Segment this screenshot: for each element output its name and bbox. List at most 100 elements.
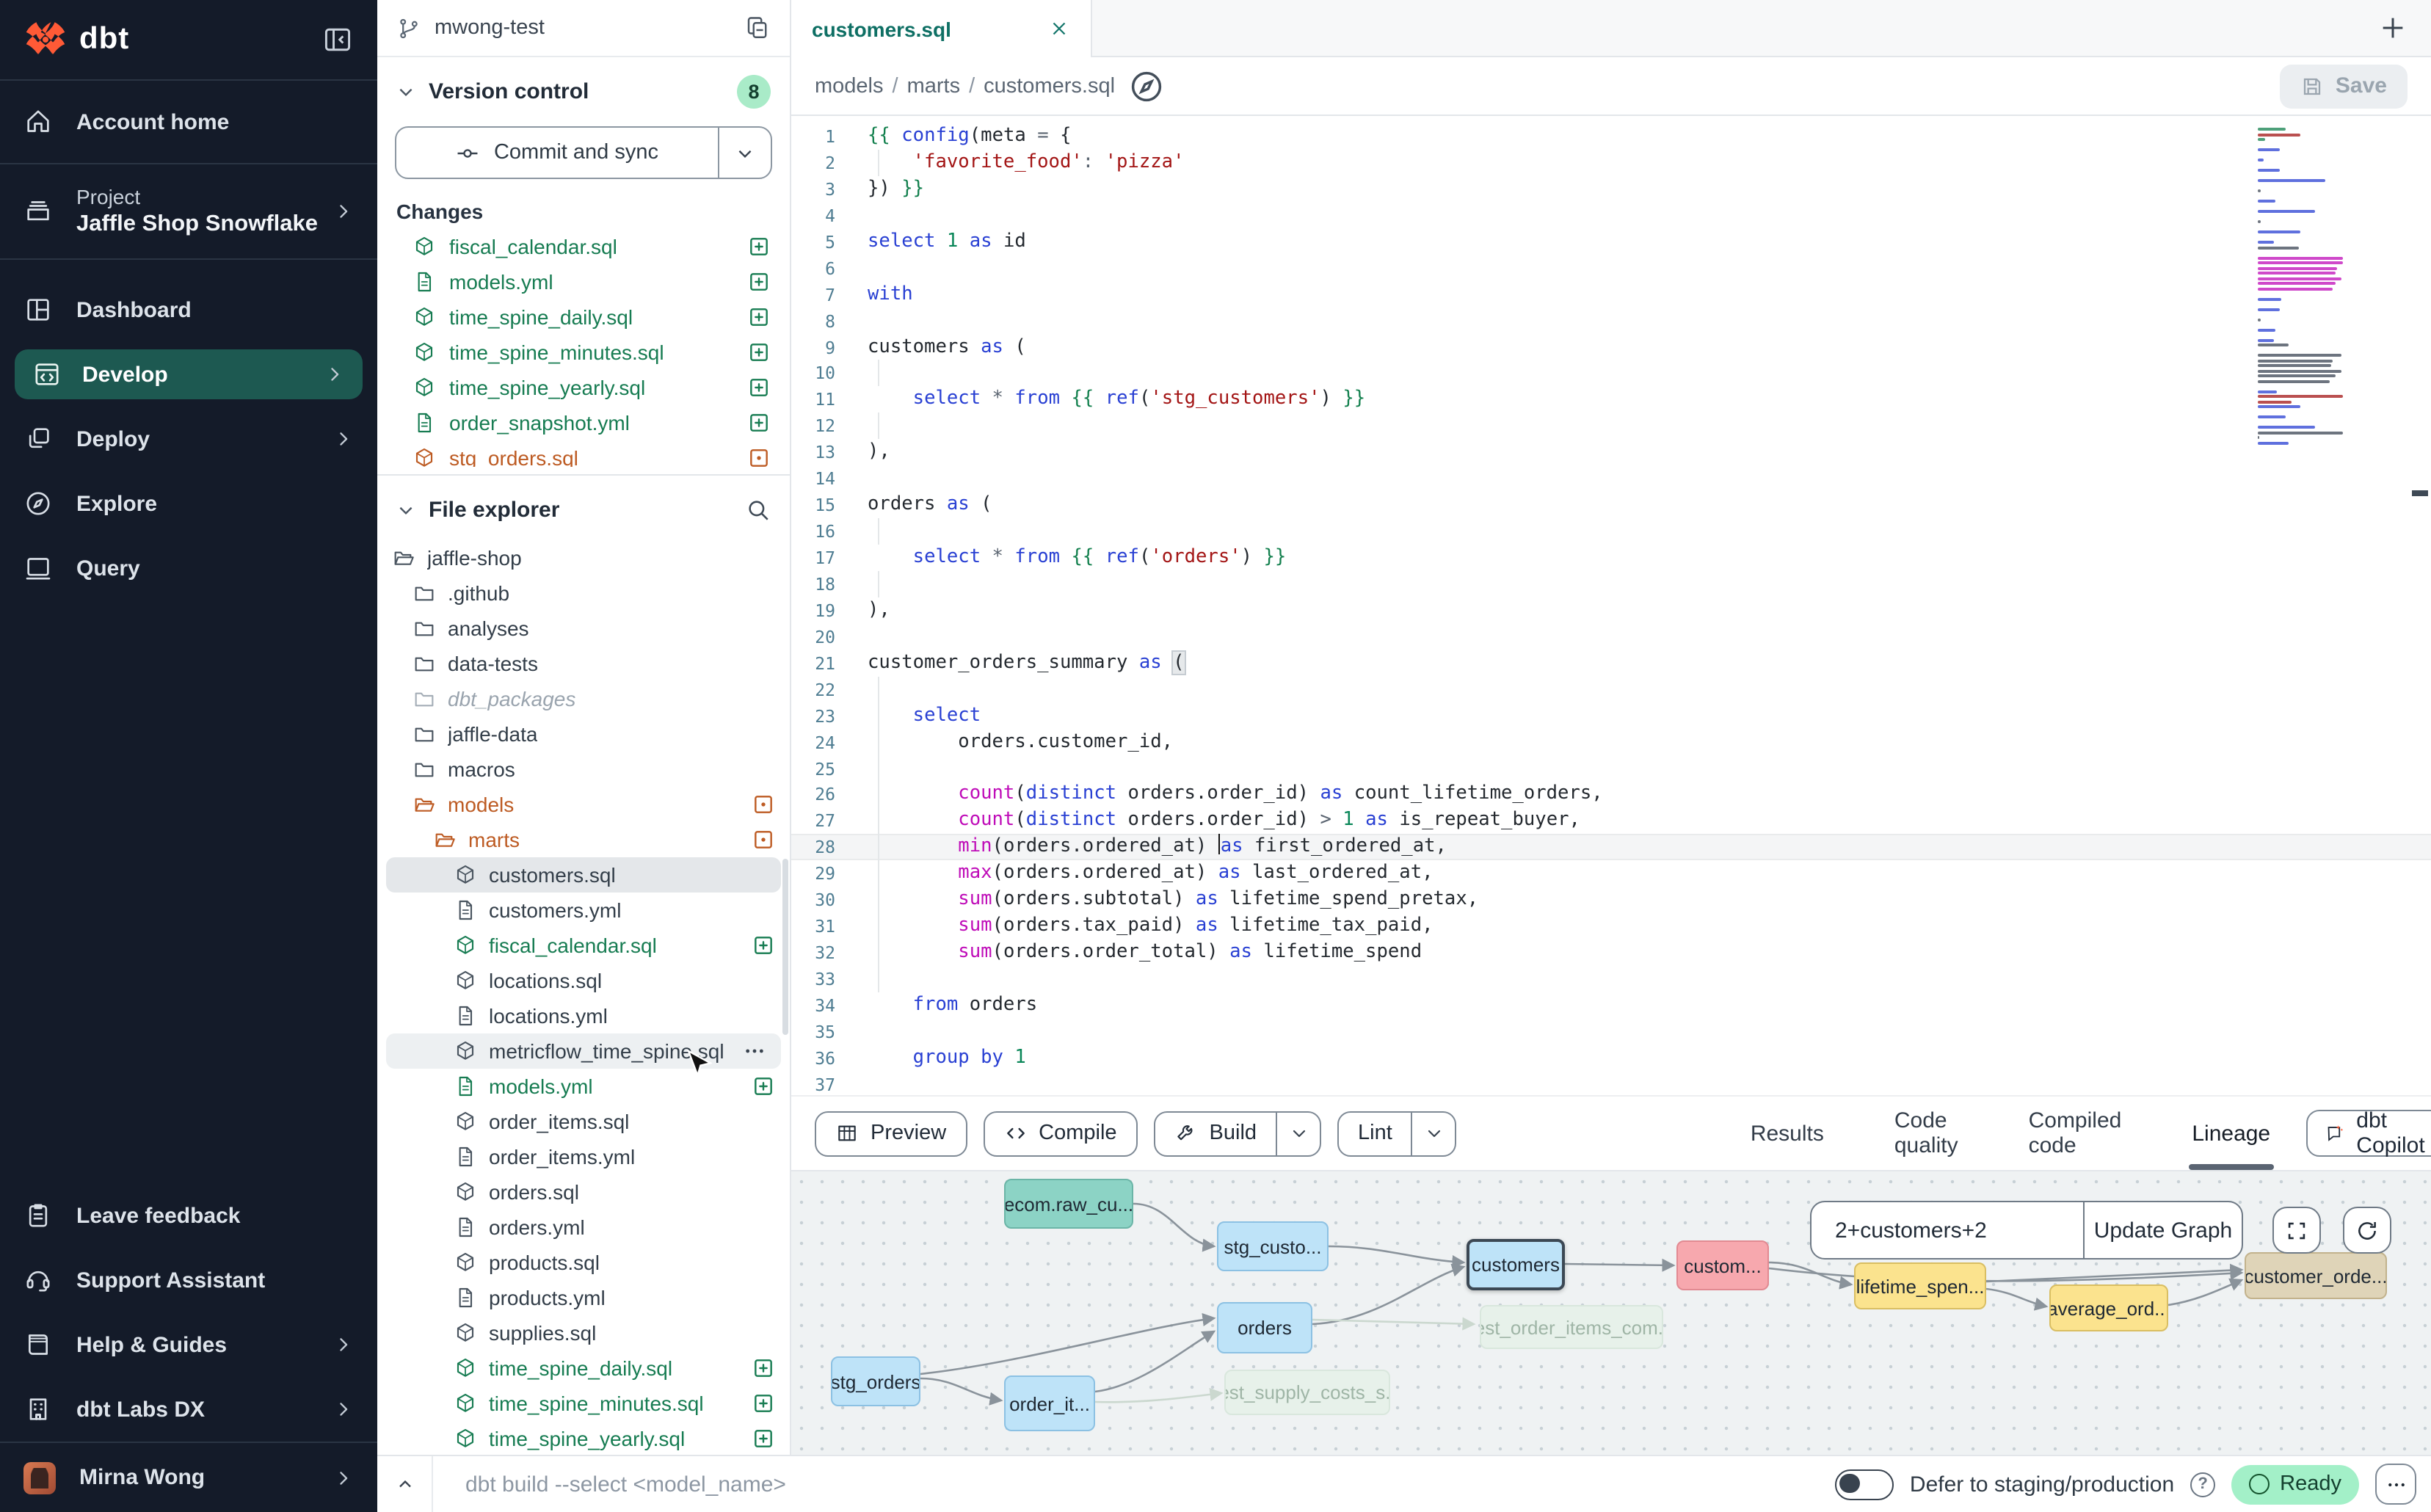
version-control-header[interactable]: Version control 8 — [377, 66, 790, 116]
search-icon[interactable] — [746, 497, 771, 522]
tree-item-customers-yml[interactable]: customers.yml — [377, 893, 790, 928]
change-item[interactable]: fiscal_calendar.sql — [377, 229, 790, 264]
collapse-sidebar-icon[interactable] — [321, 23, 354, 56]
sidebar-item-deploy[interactable]: Deploy — [0, 407, 377, 471]
change-item[interactable]: stg_orders.sql — [377, 440, 790, 467]
explore-compass-icon[interactable] — [1127, 67, 1165, 105]
tree-item-order-items-sql[interactable]: order_items.sql — [377, 1104, 790, 1139]
tree-item-order-items-yml[interactable]: order_items.yml — [377, 1139, 790, 1174]
tree-item--github[interactable]: .github — [377, 575, 790, 611]
tab-results[interactable]: Results — [1715, 1097, 1859, 1170]
tree-item-locations-yml[interactable]: locations.yml — [377, 998, 790, 1033]
code-line[interactable]: 32 sum(orders.order_total) as lifetime_s… — [791, 939, 2431, 966]
preview-button[interactable]: Preview — [815, 1111, 967, 1156]
code-line[interactable]: 4 — [791, 203, 2431, 229]
code-line[interactable]: 14 — [791, 465, 2431, 492]
sidebar-item-mirna-wong[interactable]: Mirna Wong — [0, 1442, 377, 1512]
commit-options-caret[interactable] — [718, 128, 771, 178]
file-explorer-header[interactable]: File explorer — [377, 484, 790, 534]
tree-item-jaffle-shop[interactable]: jaffle-shop — [377, 540, 790, 575]
code-line[interactable]: 36 group by 1 — [791, 1045, 2431, 1072]
status-badge[interactable]: Ready — [2231, 1464, 2359, 1504]
tree-item-time-spine-yearly-sql[interactable]: time_spine_yearly.sql — [377, 1421, 790, 1455]
code-line[interactable]: 8 — [791, 308, 2431, 334]
lineage-panel[interactable]: stg_orders order_it... ecom.raw_cu... stg_c… — [791, 1170, 2431, 1456]
commit-and-sync-button[interactable]: Commit and sync — [395, 126, 772, 179]
stage-add-icon[interactable] — [752, 1075, 775, 1098]
tree-item-jaffle-data[interactable]: jaffle-data — [377, 716, 790, 752]
tree-item-fiscal-calendar-sql[interactable]: fiscal_calendar.sql — [377, 928, 790, 963]
expand-command-bar-button[interactable] — [377, 1456, 433, 1512]
lineage-node-order-it-[interactable]: order_it... — [1004, 1375, 1095, 1431]
modified-dot-icon[interactable] — [752, 828, 775, 851]
lineage-node-custom-[interactable]: custom... — [1676, 1240, 1769, 1290]
new-tab-icon[interactable] — [2378, 13, 2408, 43]
breadcrumb-segment[interactable]: customers.sql — [984, 74, 1115, 98]
tree-item-customers-sql[interactable]: customers.sql — [386, 857, 781, 893]
code-line[interactable]: 5select 1 as id — [791, 229, 2431, 255]
change-item[interactable]: time_spine_daily.sql — [377, 299, 790, 335]
update-graph-button[interactable]: Update Graph — [2083, 1202, 2242, 1258]
command-input[interactable]: dbt build --select <model_name> — [433, 1472, 1835, 1497]
code-line[interactable]: 20 — [791, 624, 2431, 650]
more-options-button[interactable] — [2375, 1464, 2416, 1505]
help-icon[interactable]: ? — [2190, 1472, 2215, 1497]
save-button[interactable]: Save — [2280, 64, 2408, 108]
stage-add-icon[interactable] — [747, 341, 771, 364]
lint-options-caret[interactable] — [1411, 1112, 1456, 1155]
tab-code-quality[interactable]: Code quality — [1859, 1097, 1994, 1170]
lineage-node-ecom-raw-cu-[interactable]: ecom.raw_cu... — [1004, 1179, 1133, 1229]
tree-item-supplies-sql[interactable]: supplies.sql — [377, 1315, 790, 1351]
breadcrumb-segment[interactable]: marts — [907, 74, 961, 98]
change-item[interactable]: time_spine_yearly.sql — [377, 370, 790, 405]
tree-item-products-yml[interactable]: products.yml — [377, 1280, 790, 1315]
stage-add-icon[interactable] — [752, 1392, 775, 1415]
lineage-node-test-supply-costs-s-[interactable]: test_supply_costs_s... — [1224, 1370, 1390, 1415]
code-line[interactable]: 13), — [791, 440, 2431, 466]
code-line[interactable]: 19), — [791, 597, 2431, 624]
change-item[interactable]: time_spine_minutes.sql — [377, 335, 790, 370]
refresh-button[interactable] — [2343, 1207, 2391, 1254]
code-line[interactable]: 6 — [791, 255, 2431, 281]
lineage-node-stg-custo-[interactable]: stg_custo... — [1217, 1221, 1329, 1271]
code-line[interactable]: 12 — [791, 413, 2431, 440]
stage-add-icon[interactable] — [747, 376, 771, 399]
code-line[interactable]: 31 sum(orders.tax_paid) as lifetime_tax_… — [791, 913, 2431, 939]
lineage-node-stg-orders[interactable]: stg_orders — [831, 1356, 920, 1406]
lineage-search[interactable]: 2+customers+2 Update Graph — [1810, 1201, 2243, 1260]
tree-item-dbt-packages[interactable]: dbt_packages — [377, 681, 790, 716]
lint-button[interactable]: Lint — [1337, 1111, 1457, 1156]
copy-icon[interactable] — [744, 15, 771, 41]
sidebar-item-support-assistant[interactable]: Support Assistant — [0, 1248, 377, 1312]
code-line[interactable]: 25 — [791, 755, 2431, 782]
change-item[interactable]: order_snapshot.yml — [377, 405, 790, 440]
code-line[interactable]: 28 min(orders.ordered_at) as first_order… — [791, 835, 2431, 861]
tree-item-time-spine-minutes-sql[interactable]: time_spine_minutes.sql — [377, 1386, 790, 1421]
build-button[interactable]: Build — [1154, 1111, 1322, 1156]
build-options-caret[interactable] — [1276, 1112, 1320, 1155]
tree-item-models[interactable]: models — [377, 787, 790, 822]
code-line[interactable]: 23 select — [791, 702, 2431, 729]
stage-add-icon[interactable] — [747, 270, 771, 294]
change-item[interactable]: models.yml — [377, 264, 790, 299]
lineage-search-input[interactable]: 2+customers+2 — [1812, 1218, 2083, 1243]
tree-item-locations-sql[interactable]: locations.sql — [377, 963, 790, 998]
stage-add-icon[interactable] — [752, 1427, 775, 1450]
code-line[interactable]: 2 'favorite_food': 'pizza' — [791, 150, 2431, 176]
sidebar-item-account-home[interactable]: Account home — [0, 81, 377, 163]
tab-compiled-code[interactable]: Compiled code — [1994, 1097, 2157, 1170]
code-line[interactable]: 29 max(orders.ordered_at) as last_ordere… — [791, 861, 2431, 887]
code-line[interactable]: 33 — [791, 966, 2431, 992]
code-line[interactable]: 21customer_orders_summary as ( — [791, 650, 2431, 677]
code-line[interactable]: 27 count(distinct orders.order_id) > 1 a… — [791, 808, 2431, 835]
stage-add-icon[interactable] — [747, 411, 771, 435]
stage-add-icon[interactable] — [747, 235, 771, 258]
code-line[interactable]: 22 — [791, 676, 2431, 702]
code-line[interactable]: 37 — [791, 1072, 2431, 1096]
breadcrumb-segment[interactable]: models — [815, 74, 884, 98]
sidebar-item-dashboard[interactable]: Dashboard — [0, 277, 377, 342]
lineage-node-average-ord-[interactable]: average_ord... — [2049, 1284, 2168, 1331]
tree-item-metricflow-time-spine-sql[interactable]: metricflow_time_spine.sql — [386, 1033, 781, 1069]
code-line[interactable]: 1{{ config(meta = { — [791, 123, 2431, 150]
tree-item-orders-yml[interactable]: orders.yml — [377, 1210, 790, 1245]
